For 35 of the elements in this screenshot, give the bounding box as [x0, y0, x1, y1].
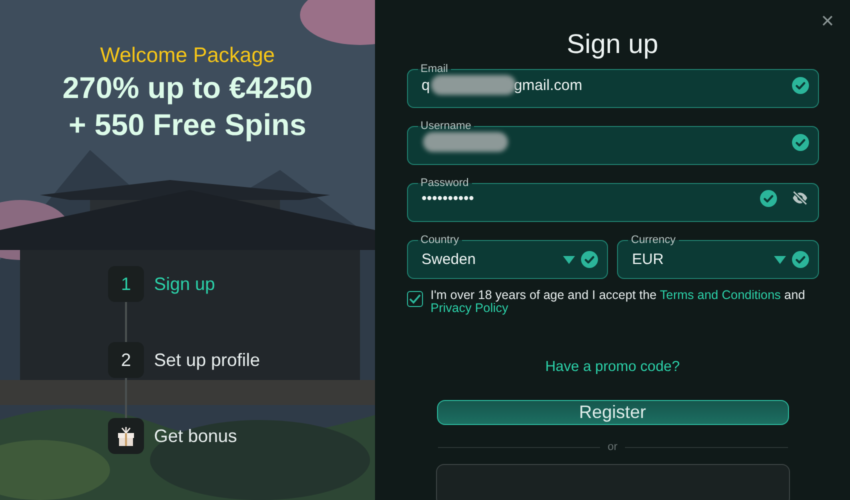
password-field[interactable]: Password •••••••••• [406, 178, 818, 222]
privacy-link[interactable]: Privacy Policy [430, 301, 508, 315]
field-value: •••••••••• [422, 190, 474, 206]
terms-link[interactable]: Terms and Conditions [660, 288, 781, 302]
step-number: 2 [108, 342, 144, 378]
caret-icon [563, 256, 575, 264]
promo-subtitle: Welcome Package [100, 44, 275, 68]
field-value: q [422, 76, 430, 94]
promo-headline: 270% up to €4250 + 550 Free Spins [61, 71, 314, 144]
register-button[interactable]: Register [436, 400, 788, 425]
field-label: Password [420, 178, 470, 189]
gift-icon [108, 418, 144, 454]
field-label: Country [420, 235, 460, 246]
dialog-title: Sign up [566, 29, 658, 60]
eye-slash-icon[interactable] [790, 189, 808, 207]
dropdown[interactable]: Currency EUR [617, 235, 818, 279]
step-label: Set up profile [154, 350, 260, 370]
divider-text: or [608, 441, 618, 453]
input-field[interactable]: Email q gmail.com [406, 64, 818, 108]
close-button[interactable]: × [821, 8, 834, 34]
promo-code-link[interactable]: Have a promo code? [545, 359, 680, 375]
step-label: Sign up [154, 274, 216, 294]
field-value: gmail.com [514, 76, 582, 94]
step-label: Get bonus [154, 426, 238, 446]
field-label: Currency [630, 235, 677, 246]
field-value: EUR [632, 251, 664, 268]
field-label: Email [420, 64, 450, 75]
checkbox[interactable] [406, 291, 422, 307]
field-value: Sweden [422, 251, 476, 268]
dropdown[interactable]: Country Sweden [406, 235, 608, 279]
input-field[interactable]: Username [406, 121, 818, 165]
field-label: Username [420, 121, 472, 132]
step-number: 1 [108, 266, 144, 302]
caret-icon [774, 256, 786, 264]
consent-text: I'm over 18 years of age and I accept the Terms and Conditions and Privacy Policy [430, 289, 806, 315]
